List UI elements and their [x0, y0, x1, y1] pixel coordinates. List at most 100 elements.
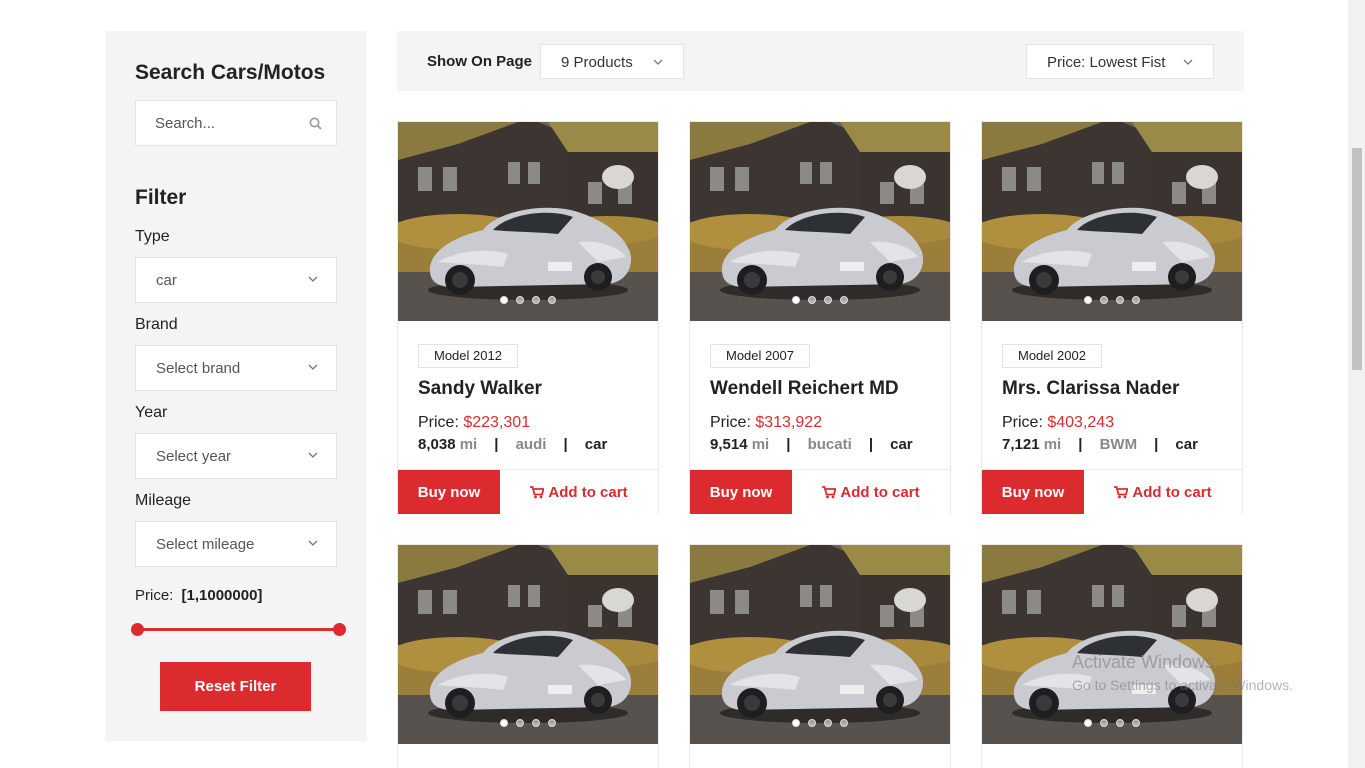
brand-value: bucati — [807, 436, 852, 453]
carousel-dots — [1084, 719, 1140, 727]
carousel-dot[interactable] — [532, 719, 540, 727]
car-meta: 8,038 mi | audi | car — [418, 436, 607, 453]
add-to-cart-label: Add to cart — [840, 483, 920, 501]
car-image — [982, 545, 1242, 744]
carousel-dot[interactable] — [516, 719, 524, 727]
divider: | — [868, 436, 874, 453]
price-slider-track[interactable] — [137, 628, 340, 631]
brand-select-value: Select brand — [156, 360, 241, 377]
type-select[interactable]: car — [135, 257, 337, 303]
carousel-dot[interactable] — [532, 296, 540, 304]
chevron-down-icon — [308, 276, 318, 282]
carousel-dot[interactable] — [1100, 719, 1108, 727]
add-to-cart-button[interactable]: Add to cart — [792, 470, 950, 514]
divider: | — [563, 436, 568, 453]
add-to-cart-button[interactable]: Add to cart — [1084, 470, 1242, 514]
carousel-dot[interactable] — [1132, 296, 1140, 304]
carousel-dot[interactable] — [1084, 296, 1092, 304]
car-photo[interactable] — [982, 122, 1242, 321]
product-card[interactable]: Model 2007 Wendell Reichert MD Price: $3… — [689, 121, 951, 514]
model-badge: Model 2002 — [1002, 344, 1102, 368]
buy-now-button[interactable]: Buy now — [690, 470, 792, 514]
carousel-dot[interactable] — [500, 719, 508, 727]
model-badge: Model 2012 — [418, 344, 518, 368]
carousel-dot[interactable] — [808, 719, 816, 727]
card-actions: Buy now Add to cart — [690, 469, 950, 514]
car-meta: 9,514 mi | bucati | car — [710, 436, 913, 453]
carousel-dot[interactable] — [1084, 719, 1092, 727]
show-on-page-label: Show On Page — [427, 53, 533, 70]
price-slider-max-handle[interactable] — [333, 623, 346, 636]
product-card[interactable]: Model 2012 Sandy Walker Price: $223,301 … — [397, 121, 659, 514]
car-image — [398, 545, 658, 744]
chevron-down-icon — [653, 59, 663, 65]
buy-now-button[interactable]: Buy now — [982, 470, 1084, 514]
carousel-dot[interactable] — [792, 296, 800, 304]
carousel-dot[interactable] — [792, 719, 800, 727]
product-card[interactable] — [397, 544, 659, 768]
mileage-unit: mi — [751, 436, 770, 453]
price-slider-min-handle[interactable] — [131, 623, 144, 636]
carousel-dot[interactable] — [1116, 296, 1124, 304]
car-name[interactable]: Wendell Reichert MD — [710, 378, 899, 400]
brand-value: audi — [515, 436, 547, 453]
mileage-value: 7,121 — [1002, 436, 1040, 453]
carousel-dot[interactable] — [548, 719, 556, 727]
year-select[interactable]: Select year — [135, 433, 337, 479]
carousel-dot[interactable] — [824, 296, 832, 304]
brand-label: Brand — [135, 316, 178, 333]
carousel-dot[interactable] — [1100, 296, 1108, 304]
car-photo[interactable] — [398, 122, 658, 321]
car-photo[interactable] — [690, 122, 950, 321]
sort-select[interactable]: Price: Lowest Fist — [1026, 44, 1214, 79]
car-image — [690, 545, 950, 744]
carousel-dots — [500, 296, 556, 304]
cart-icon — [822, 485, 837, 498]
listing-toolbar: Show On Page 9 Products Price: Lowest Fi… — [397, 31, 1244, 91]
carousel-dot[interactable] — [824, 719, 832, 727]
car-image — [398, 122, 658, 321]
divider: | — [1154, 436, 1159, 453]
model-badge: Model 2007 — [710, 344, 810, 368]
car-photo[interactable] — [690, 545, 950, 744]
carousel-dot[interactable] — [548, 296, 556, 304]
add-to-cart-button[interactable]: Add to cart — [500, 470, 658, 514]
carousel-dot[interactable] — [840, 719, 848, 727]
carousel-dot[interactable] — [840, 296, 848, 304]
carousel-dot[interactable] — [808, 296, 816, 304]
brand-select[interactable]: Select brand — [135, 345, 337, 391]
per-page-select[interactable]: 9 Products — [540, 44, 684, 79]
car-photo[interactable] — [982, 545, 1242, 744]
brand-value: BWM — [1099, 436, 1138, 453]
price-filter-label: Price: — [135, 587, 174, 604]
buy-now-button[interactable]: Buy now — [398, 470, 500, 514]
car-name[interactable]: Sandy Walker — [418, 378, 542, 400]
activation-watermark-text: Go to Settings to activate Windows. — [1072, 677, 1293, 693]
scrollbar-thumb[interactable] — [1352, 148, 1362, 370]
carousel-dot[interactable] — [500, 296, 508, 304]
mileage-value: 9,514 — [710, 436, 748, 453]
mileage-select[interactable]: Select mileage — [135, 521, 337, 567]
search-box — [135, 100, 337, 146]
car-name[interactable]: Mrs. Clarissa Nader — [1002, 378, 1179, 400]
page-scrollbar[interactable] — [1348, 0, 1365, 768]
car-photo[interactable] — [398, 545, 658, 744]
price-line: Price: $403,243 — [1002, 414, 1114, 432]
carousel-dot[interactable] — [1116, 719, 1124, 727]
search-input[interactable] — [136, 101, 286, 145]
product-card[interactable] — [689, 544, 951, 768]
price-label: Price: — [710, 414, 751, 431]
carousel-dots — [1084, 296, 1140, 304]
search-icon[interactable] — [309, 117, 322, 130]
price-label: Price: — [418, 414, 459, 431]
chevron-down-icon — [1183, 59, 1193, 65]
sidebar-title: Search Cars/Motos — [135, 61, 326, 84]
year-select-value: Select year — [156, 448, 232, 465]
sort-value: Price: Lowest Fist — [1047, 54, 1166, 71]
price-value: $313,922 — [755, 414, 823, 431]
product-card[interactable]: Model 2002 Mrs. Clarissa Nader Price: $4… — [981, 121, 1243, 514]
carousel-dot[interactable] — [516, 296, 524, 304]
reset-filter-button[interactable]: Reset Filter — [160, 662, 311, 711]
carousel-dot[interactable] — [1132, 719, 1140, 727]
mileage-unit: mi — [1043, 436, 1062, 453]
